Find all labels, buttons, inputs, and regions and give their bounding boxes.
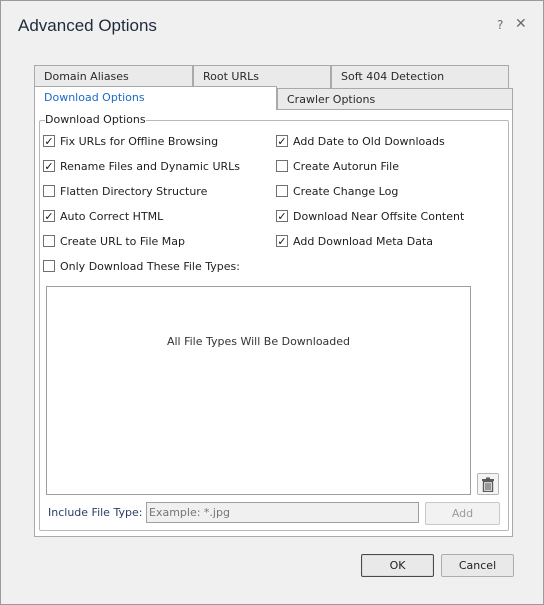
option-create-change-log[interactable]: Create Change Log: [276, 184, 398, 198]
option-label: Add Download Meta Data: [293, 234, 434, 248]
option-fix-urls[interactable]: ✓ Fix URLs for Offline Browsing: [43, 134, 218, 148]
option-rename-files[interactable]: ✓ Rename Files and Dynamic URLs: [43, 159, 240, 173]
option-label: Rename Files and Dynamic URLs: [60, 159, 240, 173]
option-label: Auto Correct HTML: [60, 209, 164, 223]
option-label: Only Download These File Types:: [60, 259, 240, 273]
option-label: Create Autorun File: [293, 159, 399, 173]
option-create-autorun[interactable]: Create Autorun File: [276, 159, 399, 173]
checkbox[interactable]: [276, 185, 288, 197]
option-label: Download Near Offsite Content: [293, 209, 465, 223]
option-label: Create Change Log: [293, 184, 399, 198]
file-type-list[interactable]: All File Types Will Be Downloaded: [46, 286, 471, 495]
checkbox[interactable]: ✓: [43, 135, 55, 147]
tab-domain-aliases[interactable]: Domain Aliases: [34, 65, 193, 88]
advanced-options-dialog: Advanced Options ? ✕ Domain Aliases Root…: [0, 0, 544, 605]
option-auto-correct-html[interactable]: ✓ Auto Correct HTML: [43, 209, 163, 223]
checkbox[interactable]: [276, 160, 288, 172]
tab-download-options[interactable]: Download Options: [34, 86, 277, 110]
group-label: Download Options: [45, 113, 146, 126]
file-list-empty-message: All File Types Will Be Downloaded: [166, 335, 351, 348]
checkbox[interactable]: ✓: [43, 160, 55, 172]
option-add-date[interactable]: ✓ Add Date to Old Downloads: [276, 134, 445, 148]
tab-crawler-options[interactable]: Crawler Options: [277, 88, 513, 111]
help-icon[interactable]: ?: [497, 18, 503, 32]
trash-icon: [482, 477, 494, 492]
add-file-type-button[interactable]: Add: [425, 502, 500, 525]
include-file-type-input[interactable]: [146, 502, 419, 523]
tab-soft-404-detection[interactable]: Soft 404 Detection: [331, 65, 509, 88]
tab-root-urls[interactable]: Root URLs: [193, 65, 331, 88]
dialog-title: Advanced Options: [18, 16, 157, 35]
checkbox[interactable]: ✓: [276, 235, 288, 247]
cancel-button[interactable]: Cancel: [441, 554, 514, 577]
ok-button[interactable]: OK: [361, 554, 434, 577]
option-flatten-directory[interactable]: Flatten Directory Structure: [43, 184, 207, 198]
option-add-meta-data[interactable]: ✓ Add Download Meta Data: [276, 234, 433, 248]
option-label: Flatten Directory Structure: [60, 184, 208, 198]
delete-file-type-button[interactable]: [477, 473, 499, 495]
option-create-url-map[interactable]: Create URL to File Map: [43, 234, 185, 248]
option-download-near-offsite[interactable]: ✓ Download Near Offsite Content: [276, 209, 464, 223]
option-label: Fix URLs for Offline Browsing: [60, 134, 219, 148]
option-label: Create URL to File Map: [60, 234, 186, 248]
include-file-type-label: Include File Type:: [48, 506, 143, 519]
checkbox[interactable]: [43, 235, 55, 247]
checkbox[interactable]: [43, 185, 55, 197]
option-only-file-types[interactable]: Only Download These File Types:: [43, 259, 240, 273]
checkbox[interactable]: [43, 260, 55, 272]
checkbox[interactable]: ✓: [43, 210, 55, 222]
checkbox[interactable]: ✓: [276, 210, 288, 222]
close-icon[interactable]: ✕: [515, 16, 527, 32]
option-label: Add Date to Old Downloads: [293, 134, 445, 148]
checkbox[interactable]: ✓: [276, 135, 288, 147]
